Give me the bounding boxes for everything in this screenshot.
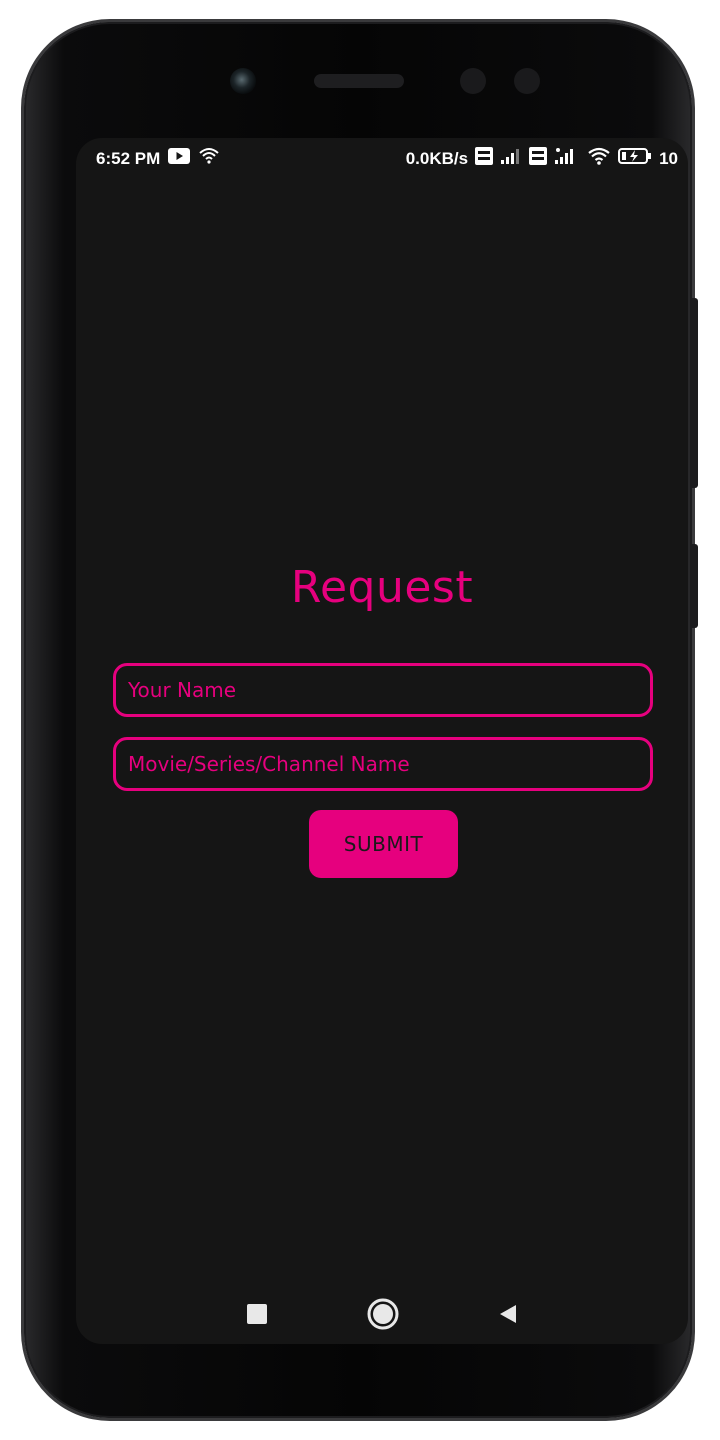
youtube-icon [168, 148, 191, 169]
home-icon [366, 1297, 400, 1335]
signal-icon [500, 147, 522, 170]
screen: 6:52 PM 0.0KB/s 10 Request Your Name Mov… [76, 138, 688, 1344]
media-name-input[interactable] [113, 737, 653, 791]
recents-icon [246, 1303, 268, 1329]
network-speed: 0.0KB/s [405, 148, 469, 168]
submit-button[interactable]: SUBMIT [309, 810, 458, 878]
back-button[interactable] [480, 1288, 536, 1344]
wifi-icon [587, 147, 611, 170]
front-camera [230, 68, 256, 94]
power-button [692, 298, 698, 488]
wifi-calling-icon [198, 147, 220, 170]
4g-signal-icon [554, 147, 580, 170]
page-title: Request [290, 562, 474, 613]
proximity-sensor [460, 68, 486, 94]
name-input[interactable] [113, 663, 653, 717]
home-button[interactable] [355, 1288, 411, 1344]
status-time: 6:52 PM [96, 148, 161, 168]
back-icon [497, 1303, 519, 1329]
volte-icon [529, 147, 548, 170]
recents-button[interactable] [229, 1288, 285, 1344]
battery-level: 10 [659, 148, 678, 168]
volume-button [692, 544, 698, 628]
light-sensor [514, 68, 540, 94]
battery-charging-icon [618, 147, 652, 170]
earpiece-speaker [314, 74, 404, 88]
volte-icon [475, 147, 494, 170]
navigation-bar [76, 1288, 688, 1344]
status-bar: 6:52 PM 0.0KB/s 10 [76, 138, 688, 178]
phone-frame: 6:52 PM 0.0KB/s 10 Request Your Name Mov… [24, 22, 698, 1418]
